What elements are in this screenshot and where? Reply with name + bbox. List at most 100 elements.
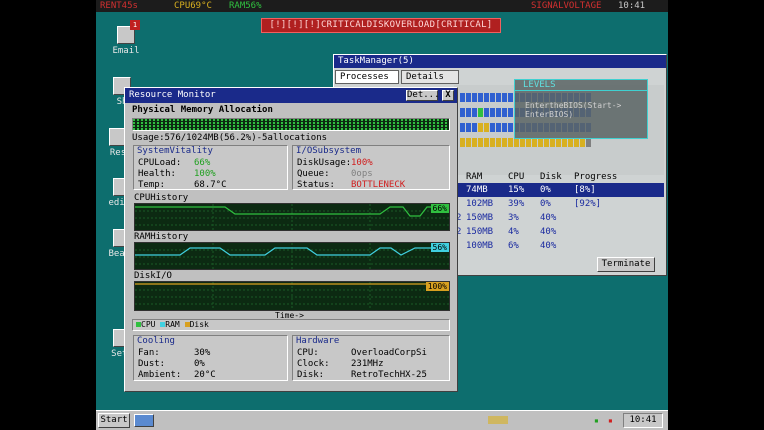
col-progress[interactable]: Progress bbox=[574, 172, 617, 183]
bar-segment bbox=[490, 138, 495, 147]
disk-usage-label: DiskUsage: bbox=[297, 158, 352, 168]
critical-alert-banner[interactable]: [!][!][!]CRITICALDISKOVERLOAD[CRITICAL] bbox=[261, 18, 501, 33]
process-progress: [92%] bbox=[574, 199, 602, 209]
process-ram: 150MB bbox=[466, 213, 494, 223]
ram-history-chart bbox=[135, 243, 449, 269]
bar-segment bbox=[484, 108, 489, 117]
bar-segment bbox=[490, 108, 495, 117]
bar-segment bbox=[490, 123, 495, 132]
desktop-icon-label: Email bbox=[112, 46, 140, 56]
col-cpu[interactable]: CPU bbox=[508, 172, 524, 183]
disk-io-label: DiskI/O bbox=[134, 271, 172, 281]
bar-segment bbox=[502, 93, 507, 102]
col-ram[interactable]: RAM bbox=[466, 172, 482, 183]
queue-value: 0ops bbox=[351, 169, 373, 179]
process-progress: [8%] bbox=[574, 185, 596, 195]
bar-segment bbox=[466, 108, 471, 117]
process-ram: 150MB bbox=[466, 227, 494, 237]
table-row[interactable]: 102MB 39% 0% [92%] bbox=[456, 197, 664, 211]
process-cpu: 39% bbox=[508, 199, 525, 209]
io-subsystem-title: I/OSubsystem bbox=[296, 146, 362, 156]
bar-segment bbox=[478, 138, 483, 147]
col-disk[interactable]: Disk bbox=[540, 172, 562, 183]
bar-segment bbox=[478, 108, 483, 117]
bar-segment bbox=[478, 93, 483, 102]
status-value: BOTTLENECK bbox=[351, 180, 406, 190]
bar-segment bbox=[538, 138, 543, 147]
bar-segment bbox=[520, 138, 525, 147]
io-subsystem-panel: I/OSubsystem DiskUsage: 100% Queue: 0ops… bbox=[292, 145, 450, 190]
taskbar-app-button[interactable] bbox=[134, 414, 154, 427]
process-ram: 100MB bbox=[466, 241, 494, 251]
table-row[interactable]: 2 150MB 4% 40% bbox=[456, 225, 664, 239]
chart-legend: CPU RAM Disk bbox=[132, 319, 450, 331]
levels-line: EnterBIOS) bbox=[525, 110, 574, 119]
status-bar: RENT45s CPU69°C RAM56% SIGNALVOLTAGE 10:… bbox=[96, 0, 668, 12]
start-button[interactable]: Start bbox=[98, 413, 130, 428]
resource-monitor-titlebar[interactable]: Resource Monitor Det... X bbox=[125, 88, 457, 103]
bar-segment bbox=[502, 108, 507, 117]
bar-segment bbox=[586, 138, 591, 147]
task-manager-titlebar[interactable]: TaskManager(5) bbox=[334, 55, 666, 68]
cpu-history-graph: 66% bbox=[134, 203, 450, 231]
levels-title: LEVELS bbox=[515, 80, 647, 91]
table-row[interactable]: 100MB 6% 40% bbox=[456, 239, 664, 253]
email-desktop-icon[interactable]: 1 Email bbox=[96, 20, 156, 56]
terminate-button[interactable]: Terminate bbox=[597, 257, 655, 272]
close-button[interactable]: X bbox=[442, 90, 454, 101]
fan-label: Fan: bbox=[138, 348, 160, 358]
disk-io-graph: 100% bbox=[134, 281, 450, 311]
rent-indicator: RENT45s bbox=[100, 1, 138, 11]
process-cpu: 6% bbox=[508, 241, 519, 251]
bar-segment bbox=[502, 123, 507, 132]
cpu-temp-indicator: CPU69°C bbox=[174, 1, 212, 11]
ram-history-value: 56% bbox=[430, 243, 449, 252]
bar-segment bbox=[472, 108, 477, 117]
hw-disk-value: RetroTechHX-25 bbox=[351, 370, 427, 380]
network-icon: ▪ bbox=[594, 416, 599, 425]
details-button[interactable]: Det... bbox=[406, 90, 440, 101]
bar-segment bbox=[460, 138, 465, 147]
bar-segment bbox=[484, 123, 489, 132]
cpu-load-value: 66% bbox=[194, 158, 211, 168]
tab-details[interactable]: Details bbox=[401, 70, 459, 84]
window-title: TaskManager(5) bbox=[338, 56, 414, 66]
bar-segment bbox=[496, 93, 501, 102]
bar-segment bbox=[496, 123, 501, 132]
table-row[interactable]: 2 150MB 3% 40% bbox=[456, 211, 664, 225]
bar-segment bbox=[460, 93, 465, 102]
bar-segment bbox=[490, 93, 495, 102]
hw-cpu-value: OverloadCorpSi bbox=[351, 348, 427, 358]
disk-io-value: 100% bbox=[425, 282, 449, 291]
tab-processes[interactable]: Processes bbox=[335, 70, 399, 84]
bar-segment bbox=[484, 93, 489, 102]
health-value: 100% bbox=[194, 169, 216, 179]
bar-segment bbox=[508, 138, 513, 147]
legend-cpu: CPU bbox=[141, 320, 156, 329]
ram-history-graph: 56% bbox=[134, 242, 450, 270]
bar-segment bbox=[460, 123, 465, 132]
queue-label: Queue: bbox=[297, 169, 330, 179]
hardware-title: Hardware bbox=[296, 336, 340, 346]
hardware-panel: Hardware CPU: OverloadCorpSi Clock: 231M… bbox=[292, 335, 450, 381]
bar-segment bbox=[478, 123, 483, 132]
process-cpu: 4% bbox=[508, 227, 519, 237]
fan-value: 30% bbox=[194, 348, 211, 358]
bar-segment bbox=[562, 138, 567, 147]
hw-disk-label: Disk: bbox=[297, 370, 325, 380]
bar-segment bbox=[484, 138, 489, 147]
bar-segment bbox=[472, 138, 477, 147]
process-disk: 0% bbox=[540, 199, 551, 209]
bar-segment bbox=[472, 123, 477, 132]
process-ram: 102MB bbox=[466, 199, 494, 209]
bar-segment bbox=[496, 108, 501, 117]
ram-indicator: RAM56% bbox=[229, 1, 262, 11]
bar-segment bbox=[568, 138, 573, 147]
resource-monitor-window: Resource Monitor Det... X Physical Memor… bbox=[124, 87, 458, 392]
health-label: Health: bbox=[138, 169, 176, 179]
bar-segment bbox=[502, 138, 507, 147]
cpu-history-label: CPUHistory bbox=[134, 193, 189, 203]
ambient-value: 20°C bbox=[194, 370, 216, 380]
table-row[interactable]: 74MB 15% 0% [8%] bbox=[456, 183, 664, 197]
desktop: RENT45s CPU69°C RAM56% SIGNALVOLTAGE 10:… bbox=[96, 0, 668, 430]
